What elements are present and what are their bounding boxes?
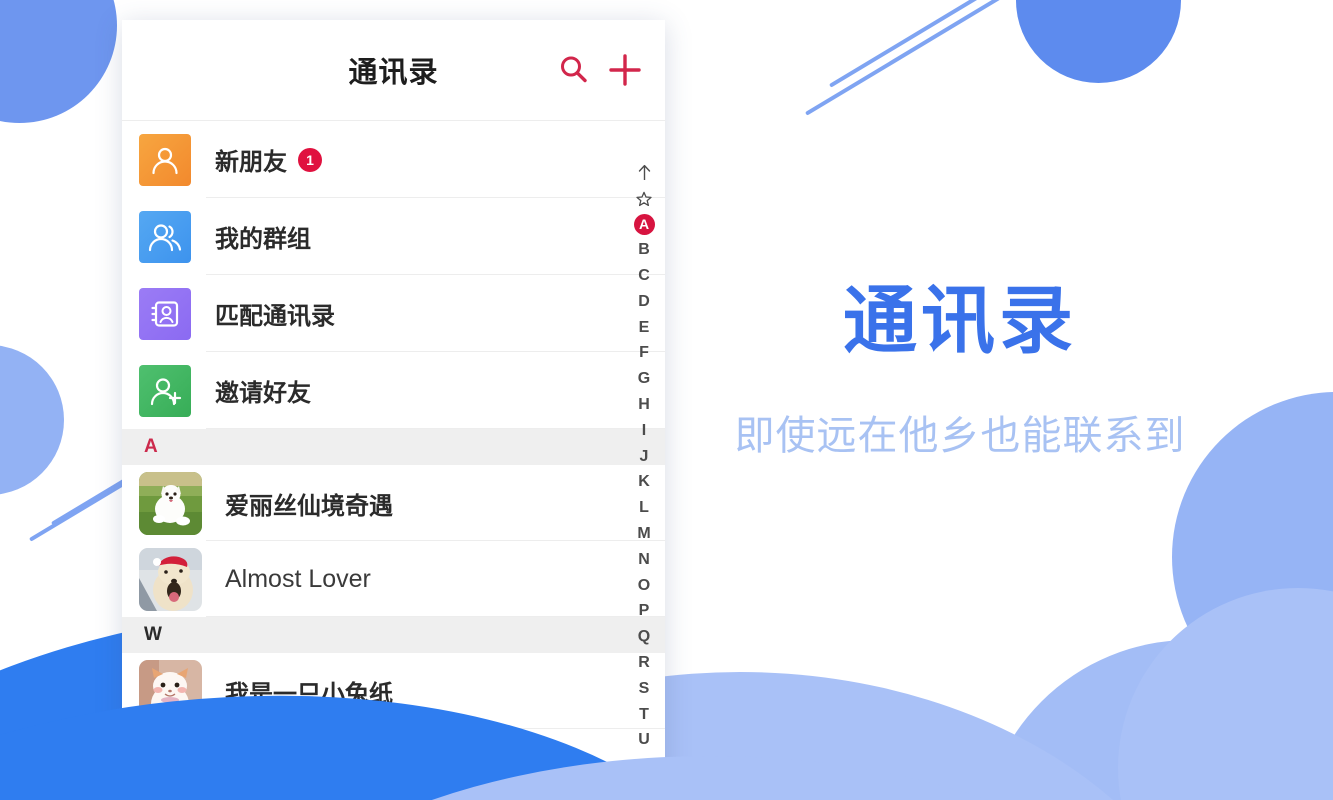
index-letter-h[interactable]: H	[631, 392, 657, 418]
alphabet-index-bar[interactable]: A B C D E F G H I J K L M N O P Q R S T …	[631, 160, 657, 800]
index-letter-q[interactable]: Q	[631, 624, 657, 650]
index-letter-r[interactable]: R	[631, 650, 657, 676]
section-header-a: A	[122, 429, 665, 465]
index-letter-d[interactable]: D	[631, 289, 657, 315]
menu-item-label: 邀请好友	[215, 380, 311, 407]
quick-menu-list: 新朋友 1 我的群组 匹配通讯录 邀请好友	[122, 121, 665, 429]
contact-row[interactable]: Almost Lover	[122, 541, 665, 617]
index-letter-t[interactable]: T	[631, 702, 657, 728]
index-letter-i[interactable]: I	[631, 418, 657, 444]
index-letter-f[interactable]: F	[631, 341, 657, 367]
menu-item-label: 我的群组	[215, 226, 311, 253]
promo-title: 通讯录	[843, 279, 1077, 362]
phone-screen-panel: 通讯录 新朋友 1 我的群组 匹配通讯录 邀请好友 A 爱丽丝仙境奇遇 Almo…	[122, 20, 665, 800]
menu-item-invite-friends[interactable]: 邀请好友	[122, 352, 665, 429]
section-header-w: W	[122, 617, 665, 653]
index-letter-g[interactable]: G	[631, 366, 657, 392]
avatar	[139, 547, 202, 611]
index-letter-u[interactable]: U	[631, 728, 657, 754]
menu-item-label: 新朋友	[215, 149, 287, 176]
contact-name: Almost Lover	[225, 564, 371, 593]
divider	[206, 428, 665, 429]
index-letter-o[interactable]: O	[631, 573, 657, 599]
index-letter-l[interactable]: L	[631, 495, 657, 521]
app-screenshot: 通讯录 即使远在他乡也能联系到 通讯录 新朋友 1 我的群组 匹配通讯录 邀请好…	[0, 0, 1333, 800]
index-letter-n[interactable]: N	[631, 547, 657, 573]
plus-icon[interactable]	[607, 52, 643, 88]
index-letter-e[interactable]: E	[631, 315, 657, 341]
group-icon	[139, 210, 191, 263]
page-title: 通讯录	[348, 57, 439, 89]
index-letter-p[interactable]: P	[631, 599, 657, 625]
divider	[206, 616, 665, 617]
decorative-circle-mid-left	[0, 345, 64, 495]
index-letter-a[interactable]: A	[631, 212, 657, 238]
person-add-icon	[139, 364, 191, 417]
index-letter-m[interactable]: M	[631, 521, 657, 547]
menu-item-match-contacts[interactable]: 匹配通讯录	[122, 275, 665, 352]
contact-name: 爱丽丝仙境奇遇	[225, 492, 393, 520]
search-icon[interactable]	[557, 53, 591, 87]
index-letter-s[interactable]: S	[631, 676, 657, 702]
header-actions	[557, 52, 643, 88]
contact-book-icon	[139, 287, 191, 340]
arrow-up-icon[interactable]	[631, 160, 657, 186]
promo-subtitle: 即使远在他乡也能联系到	[734, 414, 1186, 459]
index-letter-j[interactable]: J	[631, 444, 657, 470]
menu-item-new-friends[interactable]: 新朋友 1	[122, 121, 665, 198]
promo-block: 通讯录 即使远在他乡也能联系到	[660, 280, 1260, 461]
menu-item-my-groups[interactable]: 我的群组	[122, 198, 665, 275]
decorative-line-top-right-1	[804, 0, 1005, 116]
person-icon	[139, 133, 191, 186]
star-icon[interactable]	[631, 186, 657, 212]
decorative-circle-top-left	[0, 0, 117, 123]
app-header: 通讯录	[122, 20, 665, 121]
menu-item-label: 匹配通讯录	[215, 303, 335, 330]
index-letter-c[interactable]: C	[631, 263, 657, 289]
status-badge: 1	[298, 147, 322, 172]
decorative-circle-right-lower	[1118, 588, 1333, 800]
avatar	[139, 471, 202, 535]
decorative-circle-top-right	[1016, 0, 1181, 83]
index-letter-k[interactable]: K	[631, 470, 657, 496]
index-letter-b[interactable]: B	[631, 237, 657, 263]
contact-row[interactable]: 爱丽丝仙境奇遇	[122, 465, 665, 541]
